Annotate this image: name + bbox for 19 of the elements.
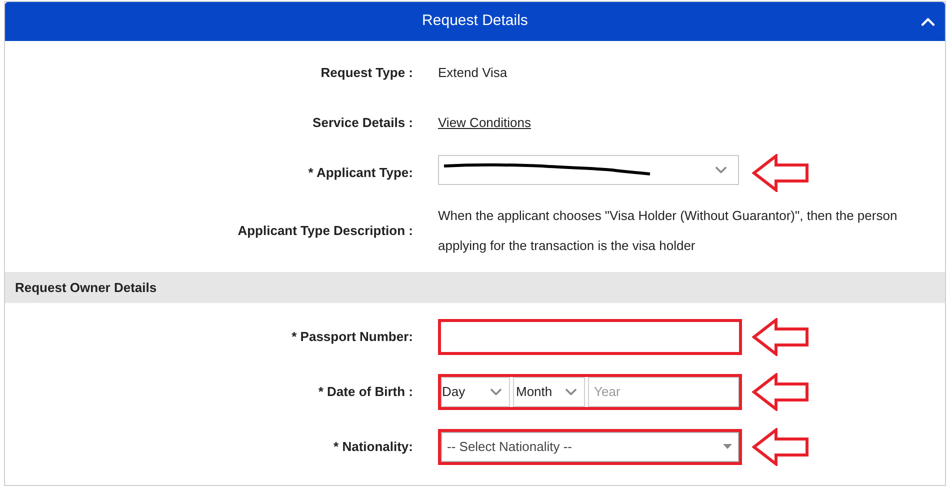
caret-down-icon (723, 444, 732, 449)
field-label: * Applicant Type: (307, 164, 414, 182)
field-label: * Date of Birth : (317, 382, 414, 401)
field-value: When the applicant chooses "Visa Holder (Without Guarantor)", then the person applying for the transaction is the visa holder (438, 207, 898, 255)
nationality-select[interactable]: -- Select Nationality -- (441, 432, 739, 462)
applicant-type-select[interactable] (438, 155, 739, 185)
field-label: Service Details : (312, 114, 414, 132)
panel-title: Request Details (422, 11, 528, 32)
field-value: Extend Visa (438, 64, 508, 82)
field-label: * Passport Number: (290, 328, 414, 346)
section-title: Request Owner Details (15, 278, 157, 297)
view-conditions-link[interactable]: View Conditions (438, 115, 531, 130)
month-select[interactable]: Month (513, 376, 585, 406)
field-label: Request Type : (320, 64, 414, 82)
field-label: * Nationality: (332, 438, 414, 456)
year-field[interactable]: Year (588, 376, 739, 406)
day-select[interactable]: Day (441, 376, 510, 406)
panel-header[interactable]: Request Details (5, 2, 945, 41)
field-label: Applicant Type Description : (236, 222, 414, 240)
